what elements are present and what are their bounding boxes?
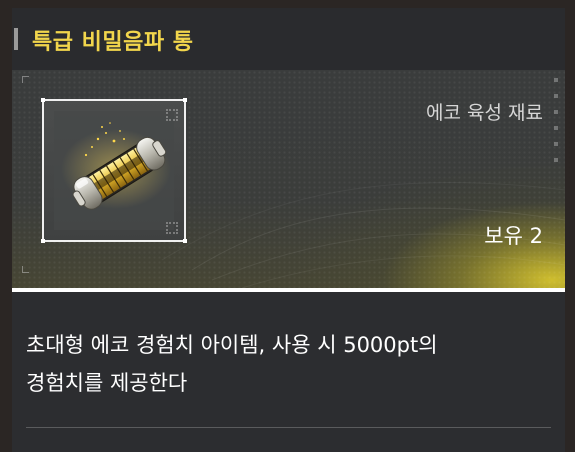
- owned-count: 보유 2: [484, 220, 543, 250]
- item-description: 초대형 에코 경험치 아이템, 사용 시 5000pt의 경험치를 제공한다: [26, 326, 546, 402]
- header-accent-bar: [14, 28, 18, 50]
- frame-corner: [41, 98, 45, 102]
- owned-value: 2: [529, 224, 543, 248]
- frame-corner: [183, 98, 187, 102]
- description-line: 경험치를 제공한다: [26, 371, 188, 395]
- item-icon-frame: [41, 98, 187, 243]
- frame-corner: [41, 239, 45, 243]
- corner-tick: [22, 266, 29, 273]
- item-header: 특급 비밀음파 통: [12, 8, 565, 70]
- side-marks: [553, 78, 559, 188]
- sonic-canister-icon: [61, 122, 171, 210]
- item-banner: 에코 육성 재료 보유 2: [12, 70, 565, 288]
- bottom-divider: [26, 427, 551, 428]
- item-detail-panel: 특급 비밀음파 통 에코 육성 재료 보유 2 초대형 에코 경험치 아이템, …: [12, 8, 565, 452]
- owned-label: 보유: [484, 224, 523, 248]
- item-name: 특급 비밀음파 통: [32, 30, 194, 55]
- section-divider: [12, 288, 565, 292]
- corner-tick: [22, 76, 29, 83]
- item-category: 에코 육성 재료: [426, 102, 543, 124]
- frame-corner: [183, 239, 187, 243]
- description-line: 초대형 에코 경험치 아이템, 사용 시 5000pt의: [26, 333, 438, 357]
